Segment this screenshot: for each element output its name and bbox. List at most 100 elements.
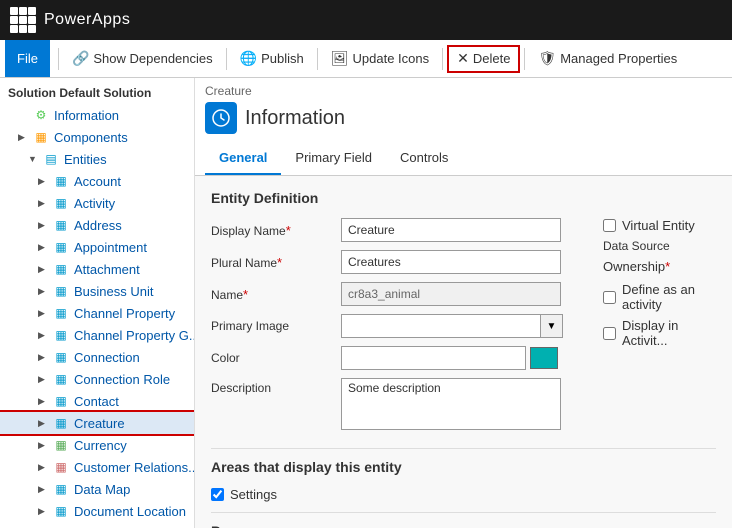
file-button[interactable]: File: [5, 40, 50, 77]
primary-image-label: Primary Image: [211, 319, 341, 333]
sidebar-item-customer-relations[interactable]: ▶ ▦ Customer Relations...: [0, 456, 194, 478]
tab-primary-field[interactable]: Primary Field: [281, 142, 386, 175]
form-left: Display Name* Plural Name*: [211, 218, 563, 438]
entity-definition-title: Entity Definition: [211, 190, 716, 206]
color-input[interactable]: [341, 346, 526, 370]
sidebar-item-appointment[interactable]: ▶ ▦ Appointment: [0, 236, 194, 258]
process-section: Process Business process flows (fields w…: [211, 523, 716, 528]
toolbar-separator: [58, 48, 59, 70]
update-icons-icon: 🖼: [331, 50, 349, 67]
divider2: [211, 512, 716, 513]
delete-button[interactable]: ✕ Delete: [447, 45, 520, 73]
data-map-arrow: ▶: [38, 484, 48, 495]
business-unit-arrow: ▶: [38, 286, 48, 297]
document-location-arrow: ▶: [38, 506, 48, 517]
information-icon: ⚙: [33, 107, 49, 123]
sidebar-item-channel-property-g[interactable]: ▶ ▦ Channel Property G...: [0, 324, 194, 346]
sidebar-item-creature[interactable]: ▶ ▦ Creature: [0, 412, 194, 434]
connection-role-arrow: ▶: [38, 374, 48, 385]
main-panel: Creature Information General Primary Fie…: [195, 78, 732, 528]
connection-arrow: ▶: [38, 352, 48, 363]
tab-controls[interactable]: Controls: [386, 142, 462, 175]
channel-property-g-arrow: ▶: [38, 330, 48, 341]
name-row: Name*: [211, 282, 563, 306]
page-title: Information: [245, 107, 345, 130]
settings-checkbox[interactable]: [211, 488, 224, 501]
managed-properties-button[interactable]: 🛡 Managed Properties: [529, 45, 686, 73]
form-area: Entity Definition Display Name* Plural N…: [195, 176, 732, 528]
define-as-activity-checkbox[interactable]: [603, 291, 616, 304]
form-right: Virtual Entity Data Source Ownership* De…: [603, 218, 716, 438]
channel-property-arrow: ▶: [38, 308, 48, 319]
name-input[interactable]: [341, 282, 561, 306]
activity-arrow: ▶: [38, 198, 48, 209]
app-title: PowerApps: [44, 11, 130, 29]
sidebar-item-data-map[interactable]: ▶ ▦ Data Map: [0, 478, 194, 500]
display-in-activity-row: Display in Activit...: [603, 318, 716, 348]
sidebar-item-contact[interactable]: ▶ ▦ Contact: [0, 390, 194, 412]
components-arrow: ▶: [18, 132, 28, 143]
description-row: Description Some description: [211, 378, 563, 430]
sidebar-item-document-location[interactable]: ▶ ▦ Document Location: [0, 500, 194, 522]
connection-icon: ▦: [53, 349, 69, 365]
primary-image-dropdown: ▼: [341, 314, 563, 338]
activity-icon: ▦: [53, 195, 69, 211]
update-icons-button[interactable]: 🖼 Update Icons: [322, 45, 438, 73]
description-input[interactable]: Some description: [341, 378, 561, 430]
channel-property-icon: ▦: [53, 305, 69, 321]
virtual-entity-label: Virtual Entity: [622, 218, 695, 233]
account-arrow: ▶: [38, 176, 48, 187]
sidebar-scroll[interactable]: ⚙ Information ▶ ▦ Components ▼ ▤ Entitie…: [0, 104, 194, 528]
sidebar-item-connection-role[interactable]: ▶ ▦ Connection Role: [0, 368, 194, 390]
content-area: Solution Default Solution ⚙ Information …: [0, 78, 732, 528]
virtual-entity-checkbox[interactable]: [603, 219, 616, 232]
color-swatch[interactable]: [530, 347, 558, 369]
sidebar-item-connection[interactable]: ▶ ▦ Connection: [0, 346, 194, 368]
sidebar-item-components[interactable]: ▶ ▦ Components: [0, 126, 194, 148]
sidebar: Solution Default Solution ⚙ Information …: [0, 78, 195, 528]
tab-general[interactable]: General: [205, 142, 281, 175]
color-label: Color: [211, 351, 341, 365]
creature-arrow: ▶: [38, 418, 48, 429]
name-label: Name*: [211, 287, 341, 302]
areas-section: Areas that display this entity Settings: [211, 459, 716, 502]
components-icon: ▦: [33, 129, 49, 145]
toolbar-separator5: [524, 48, 525, 70]
publish-button[interactable]: 🌐 Publish: [231, 45, 313, 73]
show-dependencies-icon: 🔗: [72, 50, 89, 67]
creature-icon: ▦: [53, 415, 69, 431]
primary-image-dropdown-btn[interactable]: ▼: [541, 314, 563, 338]
plural-name-label: Plural Name*: [211, 255, 341, 270]
currency-icon: ▦: [53, 437, 69, 453]
display-in-activity-label: Display in Activit...: [622, 318, 716, 348]
sidebar-header: Solution Default Solution: [0, 78, 194, 104]
sidebar-item-attachment[interactable]: ▶ ▦ Attachment: [0, 258, 194, 280]
sidebar-item-channel-property[interactable]: ▶ ▦ Channel Property: [0, 302, 194, 324]
attachment-icon: ▦: [53, 261, 69, 277]
sidebar-item-information[interactable]: ⚙ Information: [0, 104, 194, 126]
sidebar-item-address[interactable]: ▶ ▦ Address: [0, 214, 194, 236]
display-in-activity-checkbox[interactable]: [603, 327, 616, 340]
toolbar-separator2: [226, 48, 227, 70]
display-name-input[interactable]: [341, 218, 561, 242]
sidebar-item-account[interactable]: ▶ ▦ Account: [0, 170, 194, 192]
form-two-col: Display Name* Plural Name*: [211, 218, 716, 438]
sidebar-item-currency[interactable]: ▶ ▦ Currency: [0, 434, 194, 456]
plural-name-input[interactable]: [341, 250, 561, 274]
top-bar: PowerApps: [0, 0, 732, 40]
settings-checkbox-row: Settings: [211, 487, 716, 502]
sidebar-item-entities[interactable]: ▼ ▤ Entities: [0, 148, 194, 170]
plural-name-row: Plural Name*: [211, 250, 563, 274]
app-grid-icon[interactable]: [10, 7, 36, 33]
delete-icon: ✕: [457, 50, 469, 67]
display-name-row: Display Name*: [211, 218, 563, 242]
sidebar-item-activity[interactable]: ▶ ▦ Activity: [0, 192, 194, 214]
currency-arrow: ▶: [38, 440, 48, 451]
show-dependencies-button[interactable]: 🔗 Show Dependencies: [63, 45, 222, 73]
primary-image-input[interactable]: [341, 314, 541, 338]
appointment-arrow: ▶: [38, 242, 48, 253]
sidebar-item-business-unit[interactable]: ▶ ▦ Business Unit: [0, 280, 194, 302]
tabs: General Primary Field Controls: [195, 142, 732, 175]
contact-icon: ▦: [53, 393, 69, 409]
address-arrow: ▶: [38, 220, 48, 231]
